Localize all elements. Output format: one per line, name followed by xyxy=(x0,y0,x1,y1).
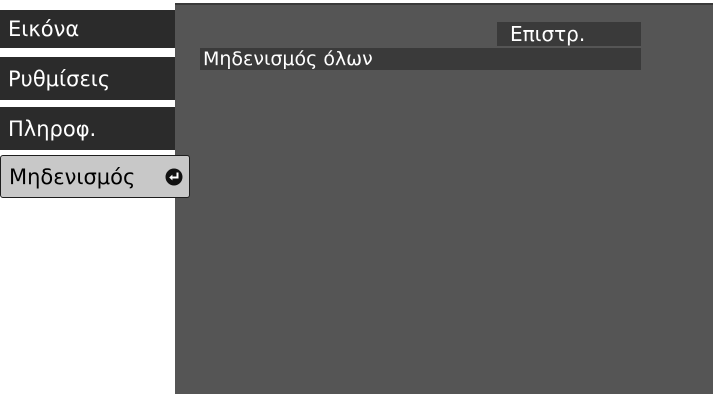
menu-item-settings[interactable]: Ρυθμίσεις xyxy=(0,57,175,100)
menu-item-label: Ρυθμίσεις xyxy=(8,66,111,91)
menu-item-reset[interactable]: Μηδενισμός xyxy=(0,155,190,198)
reset-all-label: Μηδενισμός όλων xyxy=(203,48,373,70)
submenu-panel: Επιστρ. Μηδενισμός όλων xyxy=(175,3,713,394)
enter-arrow-icon xyxy=(165,168,183,185)
back-button-label: Επιστρ. xyxy=(510,22,586,46)
reset-all-option[interactable]: Μηδενισμός όλων xyxy=(200,48,641,70)
menu-item-label: Μηδενισμός xyxy=(9,164,136,189)
menu-item-image[interactable]: Εικόνα xyxy=(0,10,175,48)
menu-item-label: Εικόνα xyxy=(8,17,80,41)
menu-item-label: Πληροφ. xyxy=(8,116,97,141)
main-menu: Εικόνα Ρυθμίσεις Πληροφ. Μηδενισμός xyxy=(0,0,190,394)
back-button[interactable]: Επιστρ. xyxy=(497,22,641,46)
menu-item-info[interactable]: Πληροφ. xyxy=(0,107,175,150)
